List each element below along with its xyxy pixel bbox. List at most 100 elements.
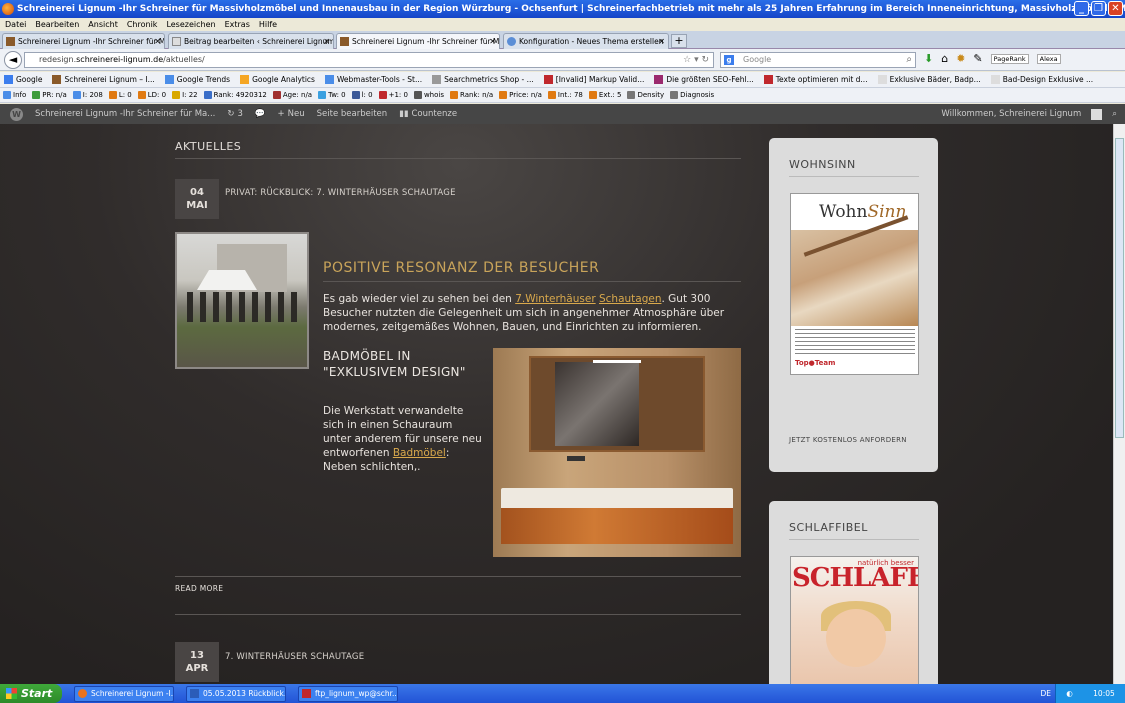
tab-close-icon[interactable]: ✕ [489, 37, 496, 46]
menu-hilfe[interactable]: Hilfe [259, 20, 277, 29]
comments-icon[interactable]: 💬 [255, 109, 266, 119]
link-winterhaeuser[interactable]: 7.Winterhäuser [515, 293, 595, 305]
browser-tab[interactable]: Konfiguration - Neues Thema erstellen ✕ [503, 33, 669, 49]
task-label: 05.05.2013 Rückblick... [203, 689, 286, 698]
scrollbar-thumb[interactable] [1115, 138, 1124, 438]
admin-counter[interactable]: ▮▮ Countenze [399, 109, 457, 119]
home-icon[interactable]: ⌂ [941, 52, 948, 65]
seo-metric[interactable]: Rank: 4920312 [203, 91, 267, 99]
alexa-badge[interactable]: Alexa [1036, 53, 1061, 64]
tool-pen-icon[interactable]: ✎ [973, 52, 982, 65]
download-icon[interactable]: ⬇ [924, 52, 933, 65]
browser-tab-active[interactable]: Schreinerei Lignum -Ihr Schreiner für Ma… [336, 33, 500, 49]
admin-updates[interactable]: ↻ 3 [227, 109, 243, 119]
seo-metric[interactable]: Tw: 0 [318, 91, 346, 99]
clock[interactable]: 10:05 [1093, 689, 1115, 698]
magazine-brand: Top●Team [795, 359, 836, 367]
url-bar[interactable]: redesign.schreinerei-lignum.de/aktuelles… [24, 52, 714, 68]
browser-tab[interactable]: Beitrag bearbeiten ‹ Schreinerei Lignum … [168, 33, 334, 49]
seo-metric[interactable]: Price: n/a [499, 91, 542, 99]
seo-metric[interactable]: l: 0 [351, 91, 373, 99]
admin-edit-page[interactable]: Seite bearbeiten [317, 109, 388, 119]
wohnsinn-magazine-cover[interactable]: WohnSinn Top●Team [790, 193, 919, 375]
taskbar-item-document[interactable]: 05.05.2013 Rückblick... [186, 685, 286, 702]
link-badmoebel[interactable]: Badmöbel [393, 447, 446, 459]
post-heading-link[interactable]: 7. WINTERHÄUSER SCHAUTAGE [225, 652, 364, 662]
close-window-button[interactable]: ✕ [1108, 1, 1123, 16]
bookmark-star-icon[interactable]: ☆ ▾ ↻ [683, 53, 709, 67]
search-icon[interactable]: ⌕ [906, 53, 912, 67]
seo-metric[interactable]: Age: n/a [272, 91, 312, 99]
bookmark-item[interactable]: Webmaster-Tools - St... [324, 75, 422, 84]
browser-tab[interactable]: Schreinerei Lignum -Ihr Schreiner für Ma… [2, 33, 165, 49]
menu-chronik[interactable]: Chronik [127, 20, 158, 29]
section-title: AKTUELLES [175, 140, 242, 153]
seo-metric[interactable]: I: 22 [172, 91, 198, 99]
order-free-link[interactable]: JETZT KOSTENLOS ANFORDERN [789, 436, 907, 444]
page-scrollbar[interactable] [1113, 124, 1125, 684]
seo-toolbar: Info PR: n/a I: 208 L: 0 LD: 0 I: 22 Rank: 492… [0, 88, 1125, 103]
seo-metric[interactable]: Info [3, 91, 26, 99]
bookmark-item[interactable]: Die größten SEO-Fehl... [654, 75, 754, 84]
read-more-link[interactable]: READ MORE [175, 584, 223, 593]
bookmark-item[interactable]: Google Trends [164, 75, 230, 84]
seo-metric[interactable]: Rank: n/a [450, 91, 493, 99]
seo-metric[interactable]: LD: 0 [137, 91, 166, 99]
seo-metric[interactable]: Density [627, 91, 664, 99]
menu-lesezeichen[interactable]: Lesezeichen [166, 20, 215, 29]
window-titlebar[interactable]: Schreinerei Lignum -Ihr Schreiner für Ma… [0, 0, 1125, 18]
link-schautagen[interactable]: Schautagen [599, 293, 662, 305]
bookmark-item[interactable]: Schreinerei Lignum – I... [52, 75, 155, 84]
minimize-button[interactable]: _ [1074, 1, 1089, 16]
back-button[interactable]: ◄ [4, 51, 22, 69]
bookmark-item[interactable]: Bad-Design Exklusive ... [990, 75, 1093, 84]
admin-site-name[interactable]: Schreinerei Lignum -Ihr Schreiner für Ma… [35, 109, 215, 119]
tab-close-icon[interactable]: ✕ [323, 37, 330, 46]
bookmark-item[interactable]: [Invalid] Markup Valid... [543, 75, 644, 84]
language-indicator[interactable]: DE [1040, 684, 1051, 703]
bookmark-item[interactable]: Google [4, 75, 42, 84]
seo-metric[interactable]: L: 0 [108, 91, 132, 99]
post-heading-link[interactable]: PRIVAT: RÜCKBLICK: 7. WINTERHÄUSER SCHAU… [225, 188, 456, 198]
search-input[interactable]: g Google ⌕ [720, 52, 916, 68]
page-favicon-icon [172, 37, 181, 46]
bookmark-item[interactable]: Google Analytics [240, 75, 315, 84]
bookmark-favicon-icon [324, 75, 334, 84]
schlaffibel-magazine-cover[interactable]: natürlich besser SCHLAFEN [790, 556, 919, 684]
tab-close-icon[interactable]: ✕ [658, 37, 665, 46]
avatar[interactable] [1091, 108, 1103, 120]
seo-metric[interactable]: Diagnosis [670, 91, 714, 99]
admin-search-icon[interactable]: ⌕ [1112, 109, 1117, 119]
seo-metric[interactable]: whois [413, 91, 444, 99]
seo-metric-label: whois [423, 91, 444, 99]
taskbar-item-firefox[interactable]: Schreinerei Lignum -I... [74, 685, 174, 702]
bookmark-item[interactable]: Exklusive Bäder, Badp... [877, 75, 981, 84]
start-button[interactable]: Start [0, 684, 62, 703]
maximize-button[interactable]: ❐ [1091, 1, 1106, 16]
bookmark-item[interactable]: Searchmetrics Shop - ... [432, 75, 534, 84]
seo-metric[interactable]: +1: 0 [378, 91, 408, 99]
menu-datei[interactable]: Datei [5, 20, 26, 29]
seo-metric[interactable]: Ext.: 5 [588, 91, 621, 99]
pagerank-badge[interactable]: PageRank [990, 53, 1029, 64]
admin-new[interactable]: + Neu [278, 109, 305, 119]
tab-close-icon[interactable]: ✕ [154, 37, 161, 46]
menu-bearbeiten[interactable]: Bearbeiten [35, 20, 79, 29]
post-thumbnail-image[interactable] [175, 232, 309, 369]
admin-welcome[interactable]: Willkommen, Schreinerei Lignum [941, 109, 1081, 119]
wordpress-logo-icon[interactable]: W [10, 107, 23, 121]
post-subtitle: BADMÖBEL IN "EXKLUSIVEM DESIGN" [323, 349, 466, 379]
menu-extras[interactable]: Extras [225, 20, 250, 29]
seo-metric[interactable]: Int.: 78 [547, 91, 583, 99]
seo-metric[interactable]: PR: n/a [32, 91, 67, 99]
bookmark-item[interactable]: Texte optimieren mit d... [763, 75, 868, 84]
seo-metric-icon [318, 91, 327, 99]
menu-ansicht[interactable]: Ansicht [88, 20, 118, 29]
new-tab-button[interactable]: + [671, 34, 687, 48]
bookmark-label: Searchmetrics Shop - ... [444, 75, 534, 84]
network-icon[interactable]: ◐ [1066, 689, 1073, 698]
addon-gear-icon[interactable]: ✹ [956, 52, 965, 65]
google-engine-icon[interactable]: g [724, 55, 734, 65]
taskbar-item-ftp[interactable]: ftp_lignum_wp@schr... [298, 685, 398, 702]
seo-metric[interactable]: I: 208 [72, 91, 103, 99]
